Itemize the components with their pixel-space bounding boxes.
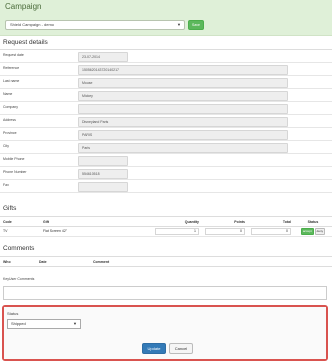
gift-name: Flat Screen 42": [40, 226, 150, 237]
column-header: Date: [36, 258, 90, 267]
save-button[interactable]: Save: [188, 20, 204, 30]
column-header: Code: [0, 218, 40, 227]
form-row-last-name: Last name Mouse: [0, 77, 332, 89]
field-label: City: [3, 144, 10, 148]
comments-header-row: Who Date Comment: [0, 258, 332, 267]
deny-button[interactable]: deny: [314, 227, 326, 235]
gifts-header-row: Code Gift Quantity Points Total Status: [0, 218, 332, 227]
gift-code: TV: [0, 226, 40, 237]
column-header: Who: [0, 258, 36, 267]
comments-heading: Comments: [3, 245, 35, 252]
campaign-panel: Campaign Shield Campaign - demo ▼ Save: [0, 0, 332, 36]
gifts-table: Code Gift Quantity Points Total Status T…: [0, 218, 332, 237]
form-row-request-date: Request date 23-07-2014: [0, 51, 332, 63]
form-row-mobile-phone: Mobile Phone: [0, 155, 332, 167]
form-row-city: City Paris: [0, 142, 332, 154]
field-label: Province: [3, 131, 17, 135]
column-header: Total: [248, 218, 294, 227]
field-label: Last name: [3, 79, 20, 83]
campaign-select[interactable]: Shield Campaign - demo ▼: [5, 20, 185, 30]
province-field[interactable]: PARIS: [78, 130, 288, 140]
phone-number-field[interactable]: 554610518: [78, 169, 128, 179]
reference-field[interactable]: 1505620143720140217: [78, 65, 288, 75]
form-row-phone-number: Phone Number 554610518: [0, 168, 332, 180]
form-row-province: Province PARIS: [0, 129, 332, 141]
field-label: Name: [3, 92, 13, 96]
chevron-down-icon: ▼: [73, 321, 77, 326]
gifts-heading: Gifts: [3, 205, 17, 212]
form-row-reference: Reference 1505620143720140217: [0, 64, 332, 76]
divider: [0, 216, 332, 217]
quantity-input[interactable]: 1: [155, 227, 199, 235]
request-details-heading: Request details: [3, 39, 48, 46]
table-row: TV Flat Screen 42" 1 0 0 accept deny: [0, 226, 332, 237]
request-date-field[interactable]: 23-07-2014: [78, 52, 128, 62]
column-header: Points: [202, 218, 248, 227]
status-select-value: Shipped: [11, 321, 26, 326]
last-name-field[interactable]: Mouse: [78, 78, 288, 88]
divider: [0, 256, 332, 257]
divider: [0, 49, 332, 50]
city-field[interactable]: Paris: [78, 143, 288, 153]
column-header: Quantity: [150, 218, 202, 227]
accept-button[interactable]: accept: [300, 227, 314, 235]
column-header: Gift: [40, 218, 150, 227]
cancel-button[interactable]: Cancel: [169, 343, 193, 354]
status-select[interactable]: Shipped ▼: [7, 319, 81, 329]
status-panel: Status Shipped ▼ Update Cancel: [2, 305, 328, 361]
address-field[interactable]: Disneyland Paris: [78, 117, 288, 127]
total-value: 0: [251, 227, 291, 235]
name-field[interactable]: Mickey: [78, 91, 288, 101]
comments-table: Who Date Comment: [0, 258, 332, 267]
field-label: Mobile Phone: [3, 157, 25, 161]
form-row-company: Company: [0, 103, 332, 115]
keyuser-comments-label: KeyUser Comments: [3, 277, 35, 281]
field-label: Fax: [3, 183, 9, 187]
keyuser-comments-input[interactable]: [3, 286, 327, 300]
status-label: Status: [7, 311, 19, 316]
mobile-phone-field[interactable]: [78, 156, 128, 166]
field-label: Phone Number: [3, 170, 27, 174]
update-button[interactable]: Update: [142, 343, 166, 354]
field-label: Company: [3, 105, 18, 109]
form-row-fax: Fax: [0, 181, 332, 193]
column-header: Status: [294, 218, 332, 227]
chevron-down-icon: ▼: [177, 22, 181, 27]
form-row-name: Name Mickey: [0, 90, 332, 102]
column-header: Comment: [90, 258, 332, 267]
campaign-title: Campaign: [5, 2, 42, 11]
field-label: Address: [3, 118, 16, 122]
field-label: Reference: [3, 66, 20, 70]
campaign-select-value: Shield Campaign - demo: [10, 22, 55, 27]
points-value: 0: [205, 227, 245, 235]
fax-field[interactable]: [78, 182, 128, 192]
company-field[interactable]: [78, 104, 288, 114]
form-row-address: Address Disneyland Paris: [0, 116, 332, 128]
field-label: Request date: [3, 53, 24, 57]
